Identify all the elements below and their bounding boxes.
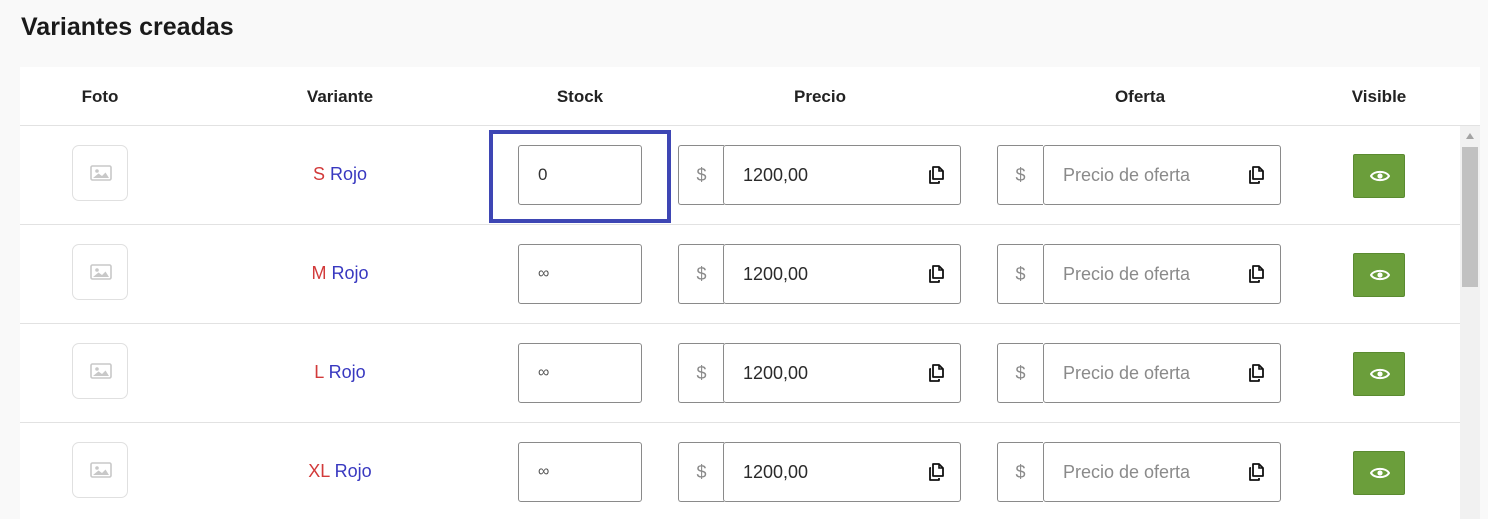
variants-table: Foto Variante Stock Precio Oferta Visibl… [20,67,1480,519]
oferta-placeholder: Precio de oferta [1063,264,1191,284]
header-precio: Precio [794,87,846,106]
visible-toggle-button[interactable] [1353,253,1405,297]
variant-photo[interactable] [72,145,128,201]
visible-toggle-button[interactable] [1353,154,1405,198]
image-placeholder-icon [90,462,112,478]
table-row: S Rojo 0 $ 1200,00 $ Precio de oferta [20,126,1460,225]
variant-label: XL Rojo [240,461,440,482]
copy-icon[interactable] [928,265,944,283]
variant-photo[interactable] [72,244,128,300]
variant-color: Rojo [331,263,369,283]
eye-icon [1370,368,1390,380]
oferta-placeholder: Precio de oferta [1063,462,1191,482]
table-row: XL Rojo ∞ $ 1200,00 $ Precio de oferta [20,423,1460,519]
oferta-placeholder: Precio de oferta [1063,363,1191,383]
oferta-placeholder: Precio de oferta [1063,165,1191,185]
visible-toggle-button[interactable] [1353,451,1405,495]
eye-icon [1370,269,1390,281]
oferta-input[interactable]: Precio de oferta [1043,244,1281,304]
precio-value: 1200,00 [743,462,809,482]
oferta-input[interactable]: Precio de oferta [1043,343,1281,403]
variant-size: L [314,362,324,382]
copy-icon[interactable] [1248,265,1264,283]
oferta-input[interactable]: Precio de oferta [1043,442,1281,502]
copy-icon[interactable] [928,463,944,481]
stock-input[interactable]: ∞ [518,442,642,502]
header-oferta: Oferta [1114,87,1166,106]
precio-value: 1200,00 [743,363,809,383]
stock-input[interactable]: 0 [518,145,642,205]
variant-color: Rojo [328,362,366,382]
image-placeholder-icon [90,264,112,280]
variant-label: M Rojo [240,263,440,284]
stock-input[interactable]: ∞ [518,343,642,403]
oferta-currency-addon: $ [997,145,1043,205]
image-placeholder-icon [90,165,112,181]
header-foto: Foto [81,87,119,106]
variant-size: XL [308,461,330,481]
header-stock: Stock [556,87,604,106]
precio-currency-addon: $ [678,145,724,205]
precio-currency-addon: $ [678,244,724,304]
scroll-thumb[interactable] [1462,147,1478,287]
header-visible: Visible [1351,87,1407,106]
precio-input[interactable]: 1200,00 [723,145,961,205]
variant-label: L Rojo [240,362,440,383]
variant-color: Rojo [330,164,368,184]
copy-icon[interactable] [928,166,944,184]
copy-icon[interactable] [928,364,944,382]
table-row: L Rojo ∞ $ 1200,00 $ Precio de oferta [20,324,1460,423]
copy-icon[interactable] [1248,463,1264,481]
table-body: S Rojo 0 $ 1200,00 $ Precio de oferta M … [20,126,1460,519]
copy-icon[interactable] [1248,364,1264,382]
table-header: Foto Variante Stock Precio Oferta Visibl… [20,67,1480,126]
scroll-up-arrow-icon[interactable] [1466,133,1474,139]
precio-input[interactable]: 1200,00 [723,343,961,403]
eye-icon [1370,467,1390,479]
visible-toggle-button[interactable] [1353,352,1405,396]
oferta-currency-addon: $ [997,442,1043,502]
variant-photo[interactable] [72,343,128,399]
eye-icon [1370,170,1390,182]
variant-size: M [311,263,327,283]
stock-input[interactable]: ∞ [518,244,642,304]
header-variante: Variante [306,87,374,106]
precio-currency-addon: $ [678,343,724,403]
variant-color: Rojo [334,461,372,481]
variant-size: S [312,164,325,184]
table-row: M Rojo ∞ $ 1200,00 $ Precio de oferta [20,225,1460,324]
vertical-scrollbar[interactable] [1460,126,1480,519]
precio-currency-addon: $ [678,442,724,502]
oferta-input[interactable]: Precio de oferta [1043,145,1281,205]
image-placeholder-icon [90,363,112,379]
precio-input[interactable]: 1200,00 [723,442,961,502]
page-title: Variantes creadas [21,13,234,41]
oferta-currency-addon: $ [997,244,1043,304]
variant-photo[interactable] [72,442,128,498]
variant-label: S Rojo [240,164,440,185]
copy-icon[interactable] [1248,166,1264,184]
oferta-currency-addon: $ [997,343,1043,403]
precio-input[interactable]: 1200,00 [723,244,961,304]
precio-value: 1200,00 [743,264,809,284]
precio-value: 1200,00 [743,165,809,185]
